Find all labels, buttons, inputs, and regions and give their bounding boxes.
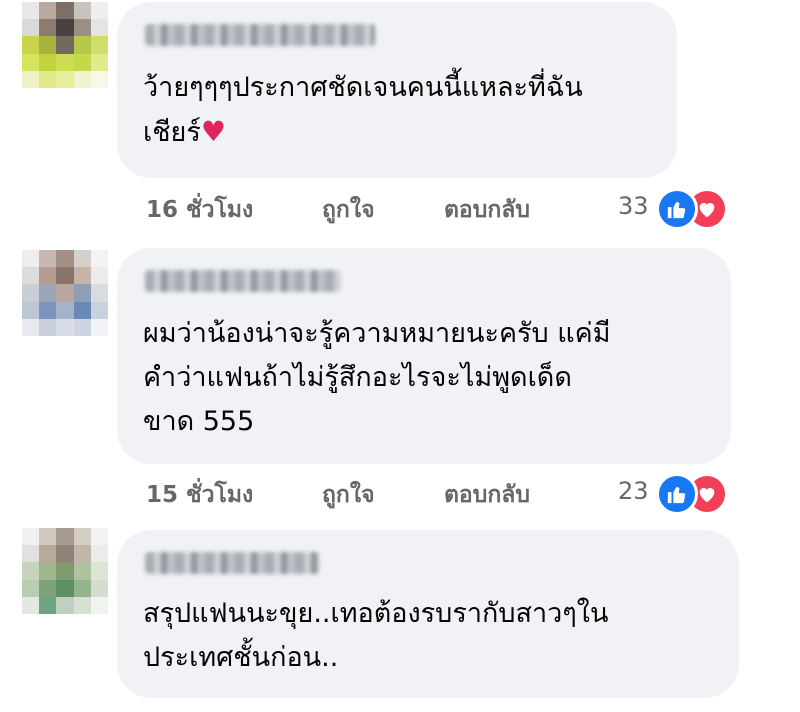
avatar[interactable] [22, 250, 108, 336]
reaction-count[interactable]: 33 [618, 192, 649, 220]
like-icon [656, 473, 698, 515]
comment-text: ว้ายๆๆๆประกาศชัดเจนคนนี้แหละที่ฉัน เชียร… [143, 72, 583, 148]
like-link[interactable]: ถูกใจ [322, 477, 375, 513]
comment-bubble: ผมว่าน้องน่าจะรู้ความหมายนะครับ แค่มี คำ… [117, 248, 731, 464]
author-name[interactable] [145, 24, 375, 46]
comment-text: สรุปแฟนนะขุย..เทอต้องรบรากับสาวๆใน ประเท… [143, 598, 609, 673]
comment-actions: 16 ชั่วโมง ถูกใจ ตอบกลับ 33 [146, 188, 746, 230]
avatar[interactable] [22, 2, 108, 88]
timestamp[interactable]: 16 ชั่วโมง [146, 192, 253, 228]
reply-link[interactable]: ตอบกลับ [444, 192, 530, 228]
comment-actions: 15 ชั่วโมง ถูกใจ ตอบกลับ 23 [146, 473, 746, 515]
author-name[interactable] [145, 552, 319, 574]
comment-bubble: สรุปแฟนนะขุย..เทอต้องรบรากับสาวๆใน ประเท… [117, 530, 739, 698]
heart-emoji: ♥ [200, 115, 226, 148]
reply-link[interactable]: ตอบกลับ [444, 477, 530, 513]
author-name[interactable] [145, 270, 341, 292]
reaction-count[interactable]: 23 [618, 477, 649, 505]
avatar[interactable] [22, 528, 108, 614]
timestamp[interactable]: 15 ชั่วโมง [146, 477, 253, 513]
like-icon [656, 188, 698, 230]
comment-bubble: ว้ายๆๆๆประกาศชัดเจนคนนี้แหละที่ฉัน เชียร… [117, 2, 677, 178]
comment-text: ผมว่าน้องน่าจะรู้ความหมายนะครับ แค่มี คำ… [143, 318, 611, 437]
like-link[interactable]: ถูกใจ [322, 192, 375, 228]
